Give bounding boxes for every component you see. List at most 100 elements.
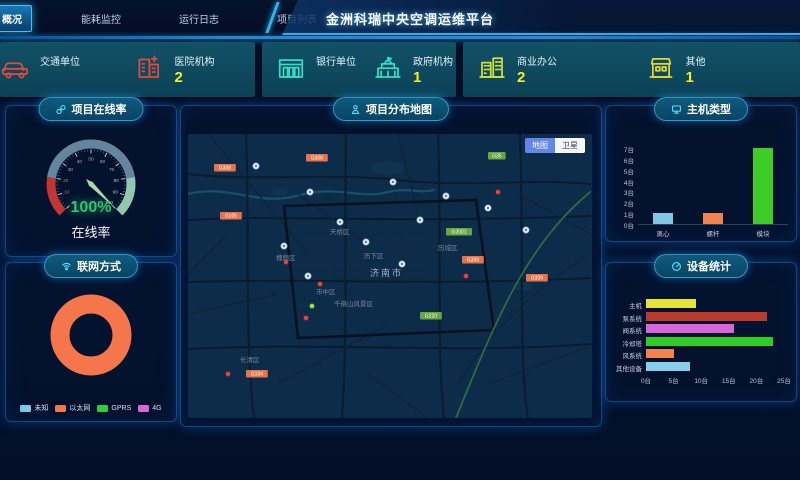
legend-item[interactable]: 4G — [138, 403, 161, 413]
category-label: 阀系统 — [608, 325, 642, 335]
map-layer-toggle[interactable]: 地图卫星 — [525, 138, 585, 153]
map-poi-marker[interactable] — [399, 261, 405, 267]
device-stats-chart: 主机泵系统阀系统冷却塔风系统其他设备0台5台10台15台20台25台 — [606, 263, 796, 401]
bar-主机 — [646, 299, 696, 308]
stat-label: 商业办公 — [517, 53, 557, 68]
stat-item: 商业办公2 — [463, 52, 632, 87]
stat-label: 医院机构 — [175, 53, 215, 68]
x-axis-tick: 20台 — [746, 375, 766, 385]
map-poi-marker[interactable] — [337, 219, 343, 225]
legend-swatch — [97, 405, 108, 412]
bar-螺杆 — [703, 213, 723, 224]
category-label: 风系统 — [608, 350, 642, 360]
stat-item: 银行单位 — [262, 52, 359, 87]
legend-label: 4G — [152, 405, 161, 412]
map-poi-marker[interactable] — [417, 217, 423, 223]
svg-text:60: 60 — [100, 159, 106, 165]
link-icon — [56, 104, 67, 115]
road-badge: G104 — [246, 370, 268, 378]
map-green-marker[interactable] — [310, 304, 315, 309]
map-toggle-map[interactable]: 地图 — [525, 138, 555, 153]
stat-card-1: 交通单位医院机构2 — [0, 42, 255, 97]
car-icon — [0, 52, 30, 82]
svg-text:G35: G35 — [492, 154, 502, 160]
bar-冷却塔 — [646, 337, 773, 346]
panel-network: 联网方式 未知以太网GPRS4G — [5, 262, 177, 422]
map-project-marker[interactable] — [226, 372, 231, 377]
office-icon — [477, 52, 507, 82]
x-axis-tick: 5台 — [664, 375, 684, 385]
map-poi-marker[interactable] — [253, 163, 259, 169]
road-badge: G309 — [526, 274, 548, 282]
panel-device-stats-header: 设备统计 — [654, 254, 748, 278]
map-city-label: 济南市 — [370, 267, 403, 278]
x-axis-tick: 15台 — [719, 375, 739, 385]
bar-模块 — [753, 148, 773, 224]
gauge-label: 在线率 — [6, 222, 176, 241]
stat-item: 政府机构1 — [359, 52, 456, 87]
dashboard: 概况能耗监控运行日志项目列表视频监控 金洲科瑞中央空调运维平台 项目在线率 01… — [0, 0, 800, 480]
category-label: 泵系统 — [608, 313, 642, 323]
shop-icon — [646, 52, 676, 82]
map-poi-marker[interactable] — [523, 227, 529, 233]
legend-item[interactable]: 未知 — [20, 403, 48, 413]
road-badge: G308 — [214, 164, 236, 172]
x-axis-label: 螺杆 — [693, 228, 733, 238]
bank-icon — [276, 52, 306, 82]
road-badge: G2001 — [446, 228, 472, 236]
panel-network-header: 联网方式 — [44, 254, 138, 278]
map-poi-marker[interactable] — [390, 179, 396, 185]
svg-text:G2001: G2001 — [451, 230, 466, 236]
y-axis-tick: 6台 — [608, 155, 634, 165]
nav-underline — [0, 36, 800, 39]
stat-item: 其他1 — [632, 52, 800, 87]
nav-tab-3[interactable]: 运行日志 — [170, 6, 228, 31]
svg-text:10: 10 — [64, 190, 70, 196]
stat-count: 2 — [175, 69, 215, 86]
map-poi-marker[interactable] — [307, 189, 313, 195]
nav-tab-2[interactable]: 能耗监控 — [72, 6, 130, 31]
map-project-marker[interactable] — [464, 274, 469, 279]
stat-count — [40, 69, 80, 86]
stat-count: 2 — [517, 69, 557, 86]
panel-online-rate: 项目在线率 0102030405060708090100 100% 在线率 — [5, 105, 177, 257]
road-badge: G35 — [488, 152, 506, 160]
y-axis-tick: 2台 — [608, 198, 634, 208]
legend-item[interactable]: 以太网 — [55, 403, 90, 413]
svg-text:G308: G308 — [219, 166, 231, 172]
map-project-marker[interactable] — [304, 316, 309, 321]
map-poi-marker[interactable] — [281, 243, 287, 249]
y-axis-tick: 5台 — [608, 166, 634, 176]
hospital-icon — [135, 52, 165, 82]
y-axis-tick: 7台 — [608, 144, 634, 154]
panel-title: 联网方式 — [77, 258, 121, 274]
road-badge: G105 — [220, 212, 242, 220]
panel-map: 项目分布地图 地图卫星 槐荫区天桥区历下区市中区历城区长清区千佛山风景区济南市G… — [180, 105, 602, 427]
stat-count — [316, 69, 356, 86]
legend-label: 以太网 — [69, 403, 90, 413]
panel-map-header: 项目分布地图 — [333, 97, 449, 121]
stat-card-2: 银行单位政府机构1 — [262, 42, 456, 97]
svg-text:70: 70 — [109, 167, 115, 173]
map-area-label: 千佛山风景区 — [334, 299, 374, 308]
y-axis-tick: 1台 — [608, 209, 634, 219]
map-poi-marker[interactable] — [443, 193, 449, 199]
legend-item[interactable]: GPRS — [97, 403, 131, 413]
svg-text:G308: G308 — [311, 156, 323, 162]
project-map[interactable]: 槐荫区天桥区历下区市中区历城区长清区千佛山风景区济南市G308G308G105G… — [188, 134, 592, 418]
stat-item: 医院机构2 — [121, 52, 256, 87]
x-axis — [638, 224, 788, 225]
legend-swatch — [20, 405, 31, 412]
panel-title: 主机类型 — [687, 101, 731, 117]
map-toggle-satellite[interactable]: 卫星 — [555, 138, 585, 153]
map-project-marker[interactable] — [318, 282, 323, 287]
map-poi-marker[interactable] — [485, 205, 491, 211]
stat-card-3: 商业办公2其他1 — [463, 42, 800, 97]
government-icon — [373, 52, 403, 82]
map-project-marker[interactable] — [496, 190, 501, 195]
map-poi-marker[interactable] — [363, 239, 369, 245]
stat-item: 交通单位 — [0, 52, 121, 87]
map-poi-marker[interactable] — [305, 273, 311, 279]
map-project-marker[interactable] — [284, 260, 289, 265]
nav-tab-1[interactable]: 概况 — [0, 5, 32, 32]
